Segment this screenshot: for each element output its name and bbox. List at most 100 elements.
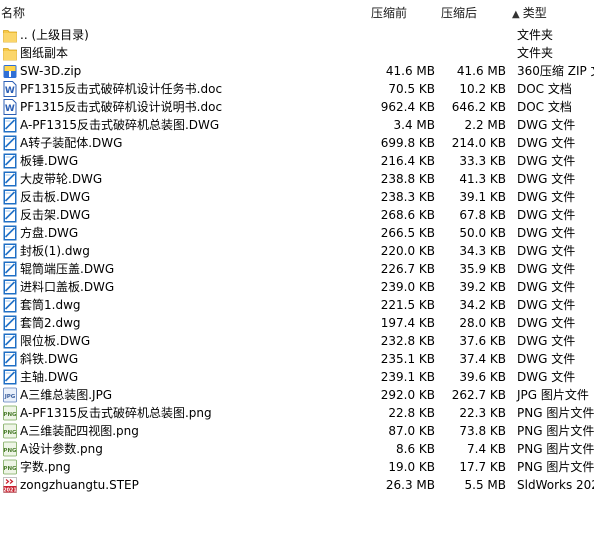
file-row[interactable]: 斜铁.DWG 235.1 KB 37.4 KB DWG 文件 <box>0 350 594 368</box>
file-name: 主轴.DWG <box>20 370 79 384</box>
file-type: DWG 文件 <box>517 334 576 348</box>
file-row[interactable]: 大皮带轮.DWG 238.8 KB 41.3 KB DWG 文件 <box>0 170 594 188</box>
solidworks-step-icon: 2021 <box>3 477 17 493</box>
file-row[interactable]: SW-3D.zip 41.6 MB 41.6 MB 360压缩 ZIP 文 <box>0 62 594 80</box>
file-name: 封板(1).dwg <box>20 244 90 258</box>
original-size: 268.6 KB <box>380 208 435 222</box>
dwg-file-icon <box>3 189 17 205</box>
file-type: DWG 文件 <box>517 190 576 204</box>
column-header-name[interactable]: 名称 <box>1 5 25 21</box>
compressed-size: 214.0 KB <box>451 136 506 150</box>
file-type: 360压缩 ZIP 文 <box>517 64 594 78</box>
file-row[interactable]: W PF1315反击式破碎机设计任务书.doc 70.5 KB 10.2 KB DOC … <box>0 80 594 98</box>
file-row[interactable]: W PF1315反击式破碎机设计说明书.doc 962.4 KB 646.2 KB DO… <box>0 98 594 116</box>
file-type: DWG 文件 <box>517 172 576 186</box>
file-type: JPG 图片文件 <box>517 388 589 402</box>
file-name: A-PF1315反击式破碎机总装图.DWG <box>20 118 220 132</box>
file-row[interactable]: 主轴.DWG 239.1 KB 39.6 KB DWG 文件 <box>0 368 594 386</box>
file-row[interactable]: 进料口盖板.DWG 239.0 KB 39.2 KB DWG 文件 <box>0 278 594 296</box>
file-type: 文件夹 <box>517 46 554 60</box>
file-type: SldWorks 202 <box>517 478 594 492</box>
file-name: 字数.png <box>20 460 71 474</box>
original-size: 26.3 MB <box>385 478 435 492</box>
original-size: 41.6 MB <box>385 64 435 78</box>
file-row[interactable]: PNG A设计参数.png 8.6 KB 7.4 KB PNG 图片文件 <box>0 440 594 458</box>
file-row[interactable]: .. (上级目录) 文件夹 <box>0 26 594 44</box>
file-row[interactable]: 限位板.DWG 232.8 KB 37.6 KB DWG 文件 <box>0 332 594 350</box>
original-size: 3.4 MB <box>393 118 435 132</box>
file-row[interactable]: PNG A-PF1315反击式破碎机总装图.png 22.8 KB 22.3 KB PN… <box>0 404 594 422</box>
file-name: A转子装配体.DWG <box>20 136 123 150</box>
original-size: 232.8 KB <box>380 334 435 348</box>
file-row[interactable]: 辊筒端压盖.DWG 226.7 KB 35.9 KB DWG 文件 <box>0 260 594 278</box>
file-type: DWG 文件 <box>517 298 576 312</box>
file-type: DOC 文档 <box>517 82 572 96</box>
compressed-size: 37.4 KB <box>459 352 506 366</box>
file-name: 反击板.DWG <box>20 190 91 204</box>
original-size: 87.0 KB <box>388 424 435 438</box>
dwg-file-icon <box>3 333 17 349</box>
compressed-size: 22.3 KB <box>459 406 506 420</box>
dwg-file-icon <box>3 297 17 313</box>
file-row[interactable]: 方盘.DWG 266.5 KB 50.0 KB DWG 文件 <box>0 224 594 242</box>
file-type: 文件夹 <box>517 28 554 42</box>
file-row[interactable]: 图纸副本 文件夹 <box>0 44 594 62</box>
column-header-bar: 名称 压缩前 压缩后 ▲ 类型 <box>0 0 594 26</box>
svg-text:JPG: JPG <box>4 394 16 400</box>
file-row[interactable]: 反击架.DWG 268.6 KB 67.8 KB DWG 文件 <box>0 206 594 224</box>
compressed-size: 34.3 KB <box>459 244 506 258</box>
file-name: 进料口盖板.DWG <box>20 280 115 294</box>
file-type: DWG 文件 <box>517 154 576 168</box>
file-row[interactable]: A-PF1315反击式破碎机总装图.DWG 3.4 MB 2.2 MB DWG 文件 <box>0 116 594 134</box>
svg-text:2021: 2021 <box>3 487 16 493</box>
dwg-file-icon <box>3 153 17 169</box>
file-type: DWG 文件 <box>517 208 576 222</box>
column-header-compressed-size[interactable]: 压缩后 <box>441 5 477 21</box>
file-row[interactable]: JPG A三维总装图.JPG 292.0 KB 262.7 KB JPG 图片文件 <box>0 386 594 404</box>
compressed-size: 37.6 KB <box>459 334 506 348</box>
dwg-file-icon <box>3 261 17 277</box>
jpg-image-icon: JPG <box>3 387 17 403</box>
file-type: DWG 文件 <box>517 244 576 258</box>
doc-file-icon: W <box>3 99 17 115</box>
dwg-file-icon <box>3 135 17 151</box>
file-row[interactable]: 封板(1).dwg 220.0 KB 34.3 KB DWG 文件 <box>0 242 594 260</box>
original-size: 238.3 KB <box>380 190 435 204</box>
compressed-size: 646.2 KB <box>451 100 506 114</box>
file-row[interactable]: 套筒2.dwg 197.4 KB 28.0 KB DWG 文件 <box>0 314 594 332</box>
file-type: DWG 文件 <box>517 352 576 366</box>
original-size: 220.0 KB <box>380 244 435 258</box>
original-size: 266.5 KB <box>380 226 435 240</box>
compressed-size: 10.2 KB <box>459 82 506 96</box>
file-type: DWG 文件 <box>517 118 576 132</box>
compressed-size: 41.3 KB <box>459 172 506 186</box>
file-name: A-PF1315反击式破碎机总装图.png <box>20 406 212 420</box>
original-size: 216.4 KB <box>380 154 435 168</box>
column-header-original-size[interactable]: 压缩前 <box>371 5 407 21</box>
column-header-type[interactable]: ▲ 类型 <box>512 5 547 21</box>
original-size: 22.8 KB <box>388 406 435 420</box>
original-size: 235.1 KB <box>380 352 435 366</box>
file-row[interactable]: 板锤.DWG 216.4 KB 33.3 KB DWG 文件 <box>0 152 594 170</box>
file-type: DWG 文件 <box>517 316 576 330</box>
file-type: PNG 图片文件 <box>517 424 594 438</box>
original-size: 70.5 KB <box>388 82 435 96</box>
file-row[interactable]: 2021 zongzhuangtu.STEP 26.3 MB 5.5 MB SldWor… <box>0 476 594 494</box>
original-size: 221.5 KB <box>380 298 435 312</box>
svg-text:W: W <box>5 104 15 114</box>
compressed-size: 67.8 KB <box>459 208 506 222</box>
compressed-size: 50.0 KB <box>459 226 506 240</box>
dwg-file-icon <box>3 279 17 295</box>
compressed-size: 5.5 MB <box>464 478 506 492</box>
file-row[interactable]: PNG A三维装配四视图.png 87.0 KB 73.8 KB PNG 图片文件 <box>0 422 594 440</box>
file-type: PNG 图片文件 <box>517 460 594 474</box>
file-name: 方盘.DWG <box>20 226 79 240</box>
original-size: 239.1 KB <box>380 370 435 384</box>
file-row[interactable]: 套筒1.dwg 221.5 KB 34.2 KB DWG 文件 <box>0 296 594 314</box>
file-row[interactable]: PNG 字数.png 19.0 KB 17.7 KB PNG 图片文件 <box>0 458 594 476</box>
file-row[interactable]: A转子装配体.DWG 699.8 KB 214.0 KB DWG 文件 <box>0 134 594 152</box>
file-type: DWG 文件 <box>517 280 576 294</box>
file-row[interactable]: 反击板.DWG 238.3 KB 39.1 KB DWG 文件 <box>0 188 594 206</box>
original-size: 8.6 KB <box>396 442 435 456</box>
compressed-size: 73.8 KB <box>459 424 506 438</box>
